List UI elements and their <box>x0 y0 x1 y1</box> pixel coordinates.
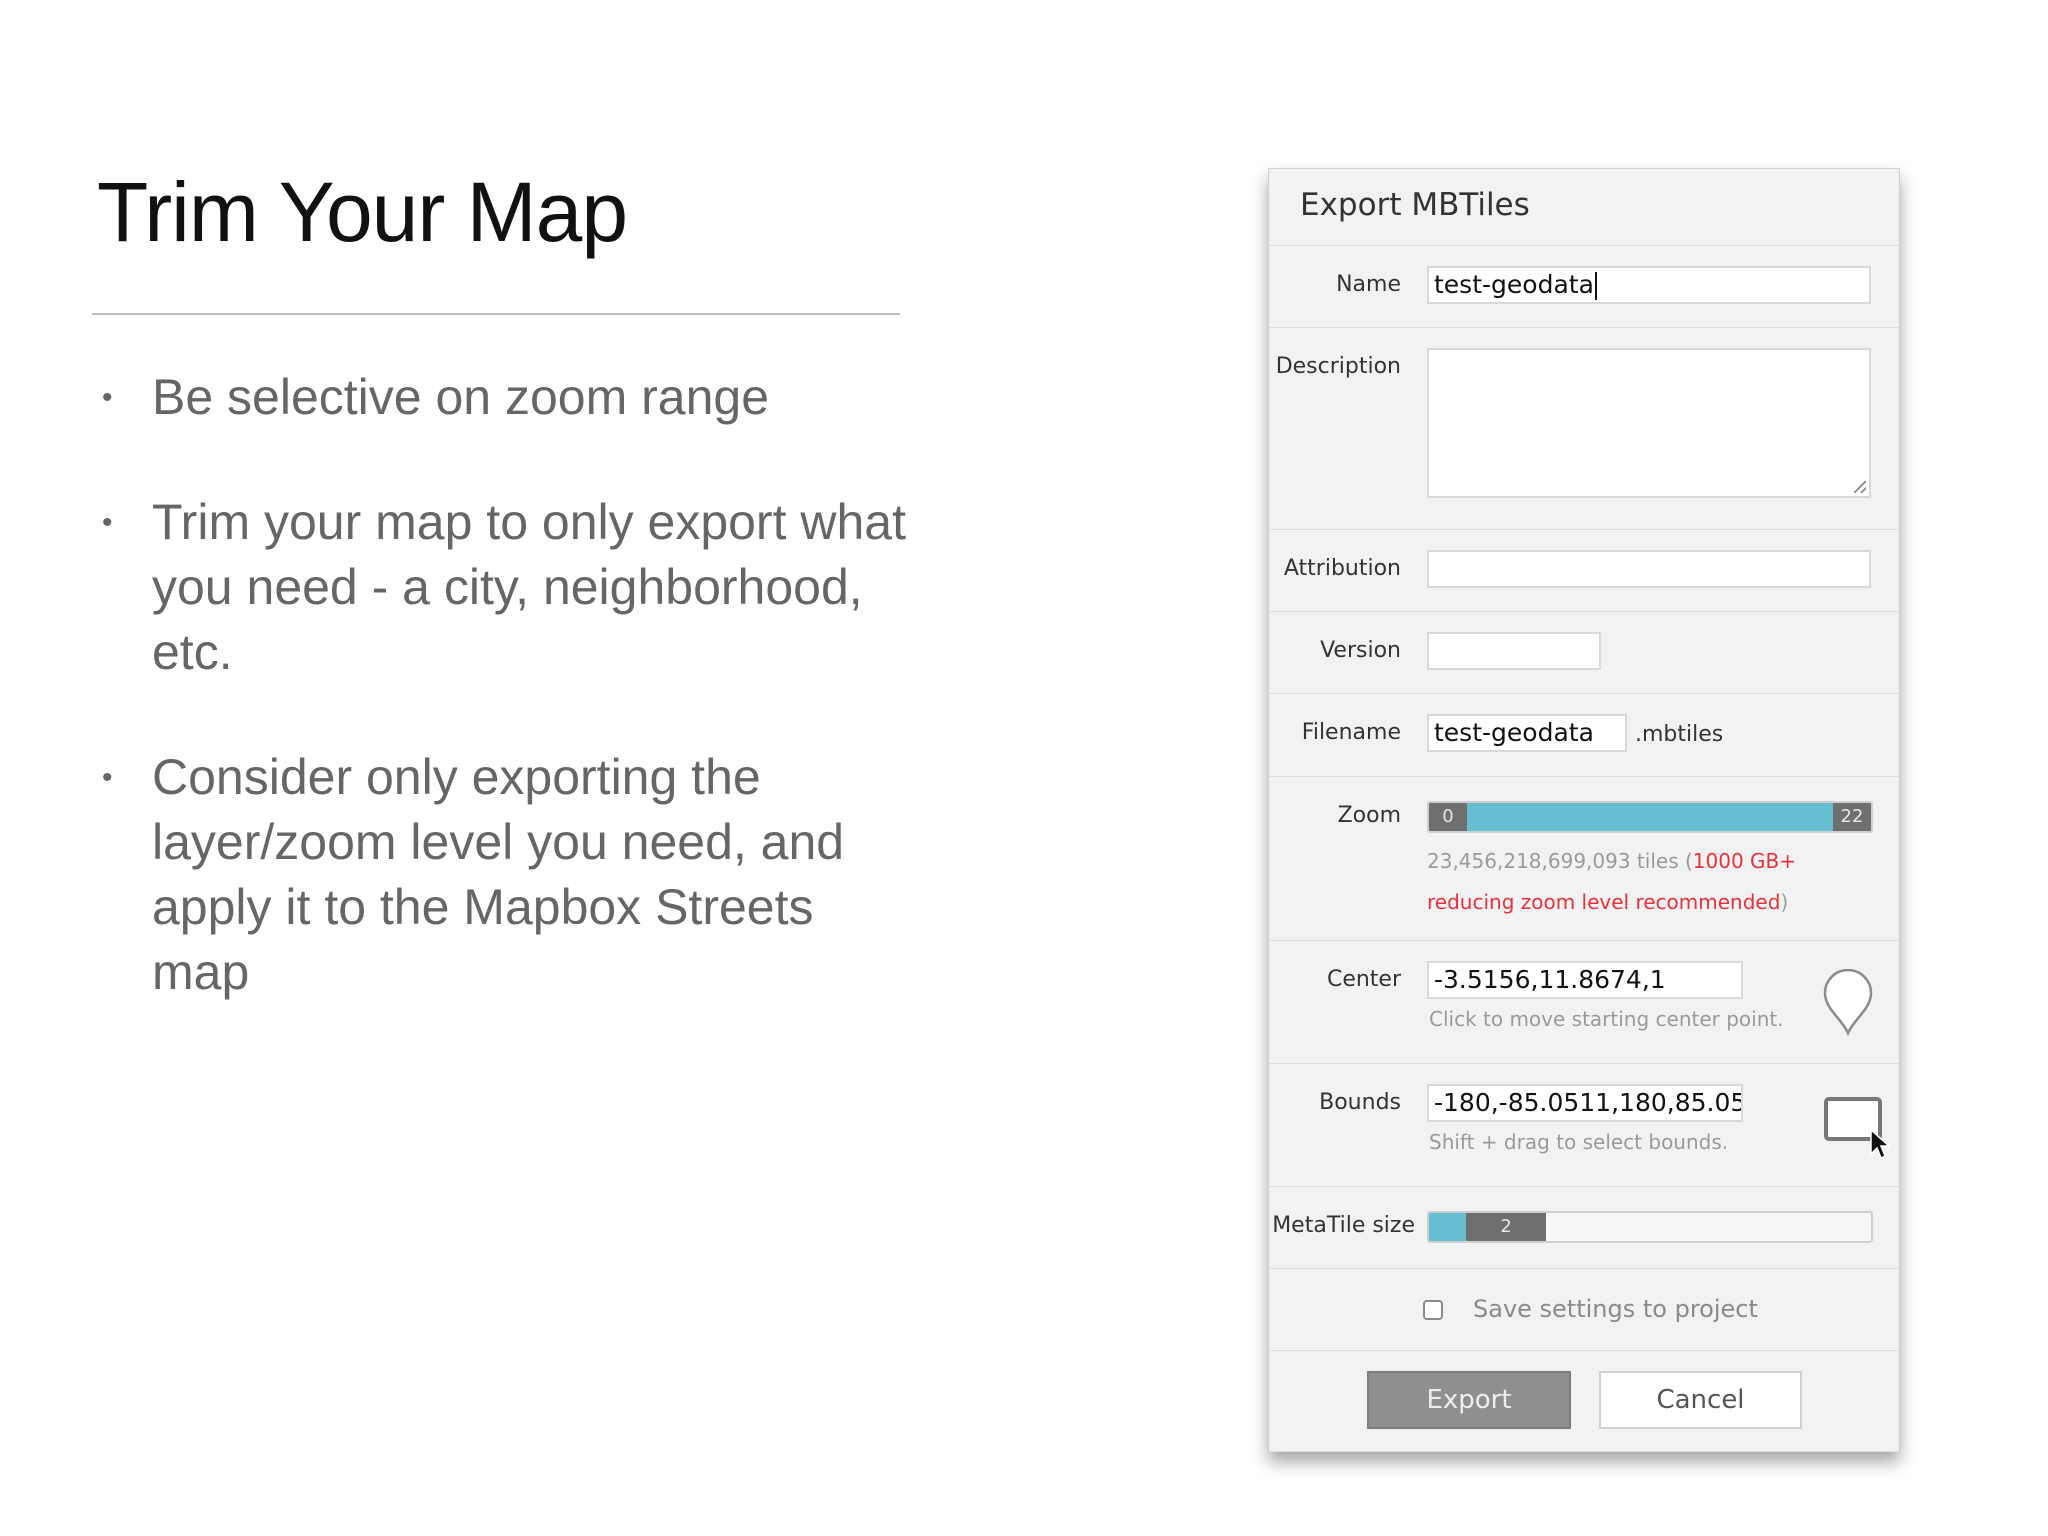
zoom-range-fill <box>1448 803 1852 831</box>
map-pin-icon[interactable] <box>1822 969 1874 1037</box>
zoom-range-slider[interactable]: 0 22 <box>1427 801 1873 833</box>
dialog-buttons-row: Export Cancel <box>1269 1351 1899 1452</box>
bounds-select-icon[interactable] <box>1823 1096 1891 1164</box>
name-row: Name test-geodata <box>1269 246 1899 328</box>
attribution-label: Attribution <box>1283 556 1401 581</box>
bounds-value: -180,-85.0511,180,85.0511 <box>1434 1088 1741 1117</box>
zoom-label: Zoom <box>1337 803 1401 828</box>
bounds-input[interactable]: -180,-85.0511,180,85.0511 <box>1427 1084 1743 1122</box>
center-hint: Click to move starting center point. <box>1429 1007 1784 1031</box>
zoom-min-handle[interactable]: 0 <box>1429 803 1467 831</box>
metatile-label: MetaTile size <box>1272 1213 1415 1238</box>
tile-count-text: 23,456,218,699,093 tiles ( <box>1427 849 1693 873</box>
export-button[interactable]: Export <box>1367 1371 1571 1429</box>
description-label: Description <box>1275 354 1401 379</box>
center-row: Center -3.5156,11.8674,1 Click to move s… <box>1269 941 1899 1064</box>
metatile-slider[interactable]: 2 <box>1427 1211 1873 1243</box>
cancel-button[interactable]: Cancel <box>1599 1371 1802 1429</box>
metatile-fill <box>1429 1213 1469 1241</box>
filename-row: Filename test-geodata .mbtiles <box>1269 694 1899 777</box>
title-divider <box>92 313 900 315</box>
bounds-row: Bounds -180,-85.0511,180,85.0511 Shift +… <box>1269 1064 1899 1187</box>
description-textarea[interactable] <box>1427 348 1871 498</box>
attribution-row: Attribution <box>1269 530 1899 612</box>
bullet-list: • Be selective on zoom range • Trim your m… <box>96 365 916 1065</box>
attribution-input[interactable] <box>1427 550 1871 588</box>
bullet-text: Be selective on zoom range <box>152 369 770 425</box>
save-settings-checkbox[interactable] <box>1423 1300 1443 1320</box>
description-row: Description <box>1269 328 1899 530</box>
zoom-max-handle[interactable]: 22 <box>1833 803 1871 831</box>
filename-value: test-geodata <box>1434 718 1594 747</box>
filename-input[interactable]: test-geodata <box>1427 714 1627 752</box>
metatile-handle[interactable]: 2 <box>1466 1213 1547 1241</box>
version-row: Version <box>1269 612 1899 694</box>
bullet-text: Consider only exporting the layer/zoom l… <box>152 749 845 1000</box>
center-label: Center <box>1326 967 1401 992</box>
version-label: Version <box>1320 638 1401 663</box>
save-settings-row: Save settings to project <box>1269 1269 1899 1351</box>
name-input[interactable]: test-geodata <box>1427 266 1871 304</box>
bullet-item: • Consider only exporting the layer/zoom … <box>96 745 916 1005</box>
resize-grip-icon[interactable] <box>1854 481 1866 493</box>
center-input[interactable]: -3.5156,11.8674,1 <box>1427 961 1743 999</box>
zoom-tile-estimate: 23,456,218,699,093 tiles (1000 GB+ reduc… <box>1427 841 1877 923</box>
bounds-hint: Shift + drag to select bounds. <box>1429 1130 1729 1154</box>
filename-label: Filename <box>1301 720 1401 745</box>
filename-suffix: .mbtiles <box>1635 722 1724 747</box>
export-mbtiles-dialog: Export MBTiles Name test-geodata Descrip… <box>1268 168 1900 1452</box>
bullet-dot-icon: • <box>102 761 113 794</box>
close-paren-text: ) <box>1780 890 1789 914</box>
dialog-title: Export MBTiles <box>1269 169 1899 246</box>
center-value: -3.5156,11.8674,1 <box>1434 965 1666 994</box>
save-settings-label[interactable]: Save settings to project <box>1473 1295 1758 1323</box>
text-caret <box>1594 272 1597 300</box>
bounds-label: Bounds <box>1319 1090 1401 1115</box>
slide-title: Trim Your Map <box>97 165 628 259</box>
version-input[interactable] <box>1427 632 1601 670</box>
metatile-row: MetaTile size 2 <box>1269 1187 1899 1269</box>
bullet-text: Trim your map to only export what you ne… <box>152 494 906 680</box>
name-value: test-geodata <box>1434 270 1594 299</box>
bullet-dot-icon: • <box>102 381 113 414</box>
bullet-item: • Be selective on zoom range <box>96 365 916 430</box>
zoom-row: Zoom 0 22 23,456,218,699,093 tiles (1000… <box>1269 777 1899 941</box>
bullet-dot-icon: • <box>102 506 113 539</box>
bullet-item: • Trim your map to only export what you n… <box>96 490 916 685</box>
name-label: Name <box>1336 272 1401 297</box>
